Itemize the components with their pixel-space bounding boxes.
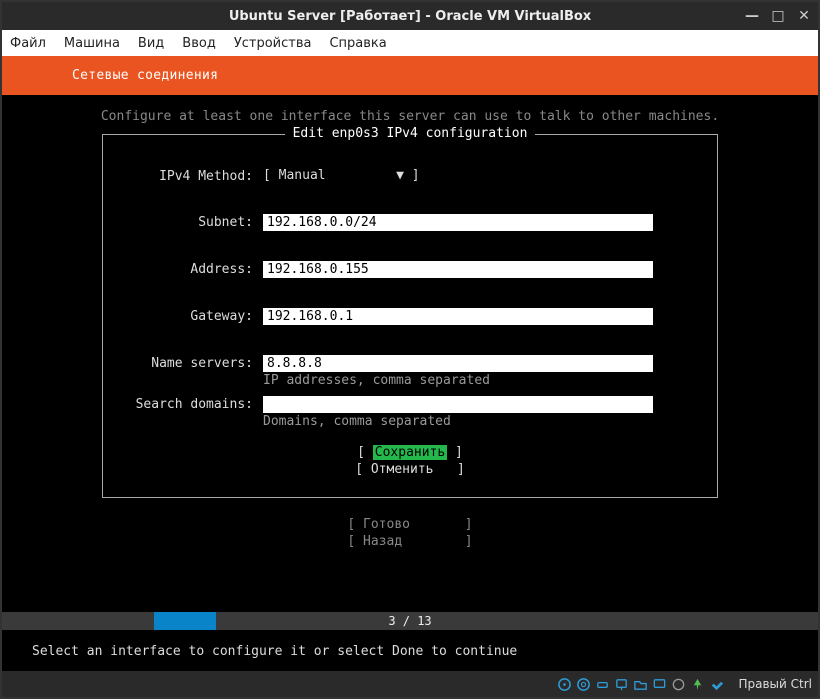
subnet-label: Subnet: (123, 214, 263, 230)
method-select[interactable]: [ Manual ▼ ] (263, 168, 697, 183)
guest-screen[interactable]: Сетевые соединения Configure at least on… (2, 56, 818, 671)
nameservers-help: IP addresses, comma separated (263, 373, 697, 388)
gateway-input[interactable]: 192.168.0.1 (263, 308, 653, 325)
optical-icon (576, 677, 591, 692)
keyboard-icon (709, 677, 724, 692)
menu-file[interactable]: Файл (10, 36, 46, 51)
display-icon (652, 677, 667, 692)
searchdomains-input[interactable] (263, 396, 653, 413)
done-button[interactable]: [ Готово ] (2, 516, 818, 534)
progress-bar: 3 / 13 (2, 612, 818, 630)
panel-title: Edit enp0s3 IPv4 configuration (285, 126, 536, 141)
menu-input[interactable]: Ввод (182, 36, 216, 51)
searchdomains-label: Search domains: (123, 396, 263, 412)
hostkey-indicator: Правый Ctrl (738, 677, 812, 691)
address-input[interactable]: 192.168.0.155 (263, 261, 653, 278)
subnet-input[interactable]: 192.168.0.0/24 (263, 214, 653, 231)
cancel-button[interactable]: [ Отменить ] (123, 462, 697, 479)
usb-icon (595, 677, 610, 692)
menubar: Файл Машина Вид Ввод Устройства Справка (2, 30, 818, 56)
recording-icon (671, 677, 686, 692)
nameservers-label: Name servers: (123, 355, 263, 371)
installer-header: Сетевые соединения (2, 56, 818, 95)
address-label: Address: (123, 261, 263, 277)
ipv4-config-panel: Edit enp0s3 IPv4 configuration IPv4 Meth… (102, 134, 718, 498)
progress-fill (154, 612, 216, 630)
virtualbox-statusbar: Правый Ctrl (2, 671, 818, 697)
window-titlebar: Ubuntu Server [Работает] - Oracle VM Vir… (2, 2, 818, 30)
menu-devices[interactable]: Устройства (234, 36, 312, 51)
harddisk-icon (557, 677, 572, 692)
menu-machine[interactable]: Машина (64, 36, 120, 51)
mouse-integration-icon (690, 677, 705, 692)
bottom-instruction: Select an interface to configure it or s… (2, 630, 818, 671)
gateway-label: Gateway: (123, 308, 263, 324)
method-label: IPv4 Method: (123, 168, 263, 184)
shared-folder-icon (633, 677, 648, 692)
menu-help[interactable]: Справка (329, 36, 386, 51)
window-title: Ubuntu Server [Работает] - Oracle VM Vir… (229, 9, 591, 24)
network-icon (614, 677, 629, 692)
back-button[interactable]: [ Назад ] (2, 533, 818, 551)
close-button[interactable]: ✕ (796, 8, 812, 24)
menu-view[interactable]: Вид (138, 36, 164, 51)
nameservers-input[interactable]: 8.8.8.8 (263, 355, 653, 372)
searchdomains-help: Domains, comma separated (263, 414, 697, 429)
minimize-button[interactable]: — (744, 8, 760, 24)
save-button[interactable]: [ Сохранить ] (123, 445, 697, 462)
maximize-button[interactable]: □ (770, 8, 786, 24)
installer-title: Сетевые соединения (72, 68, 218, 83)
progress-text: 3 / 13 (388, 614, 431, 628)
